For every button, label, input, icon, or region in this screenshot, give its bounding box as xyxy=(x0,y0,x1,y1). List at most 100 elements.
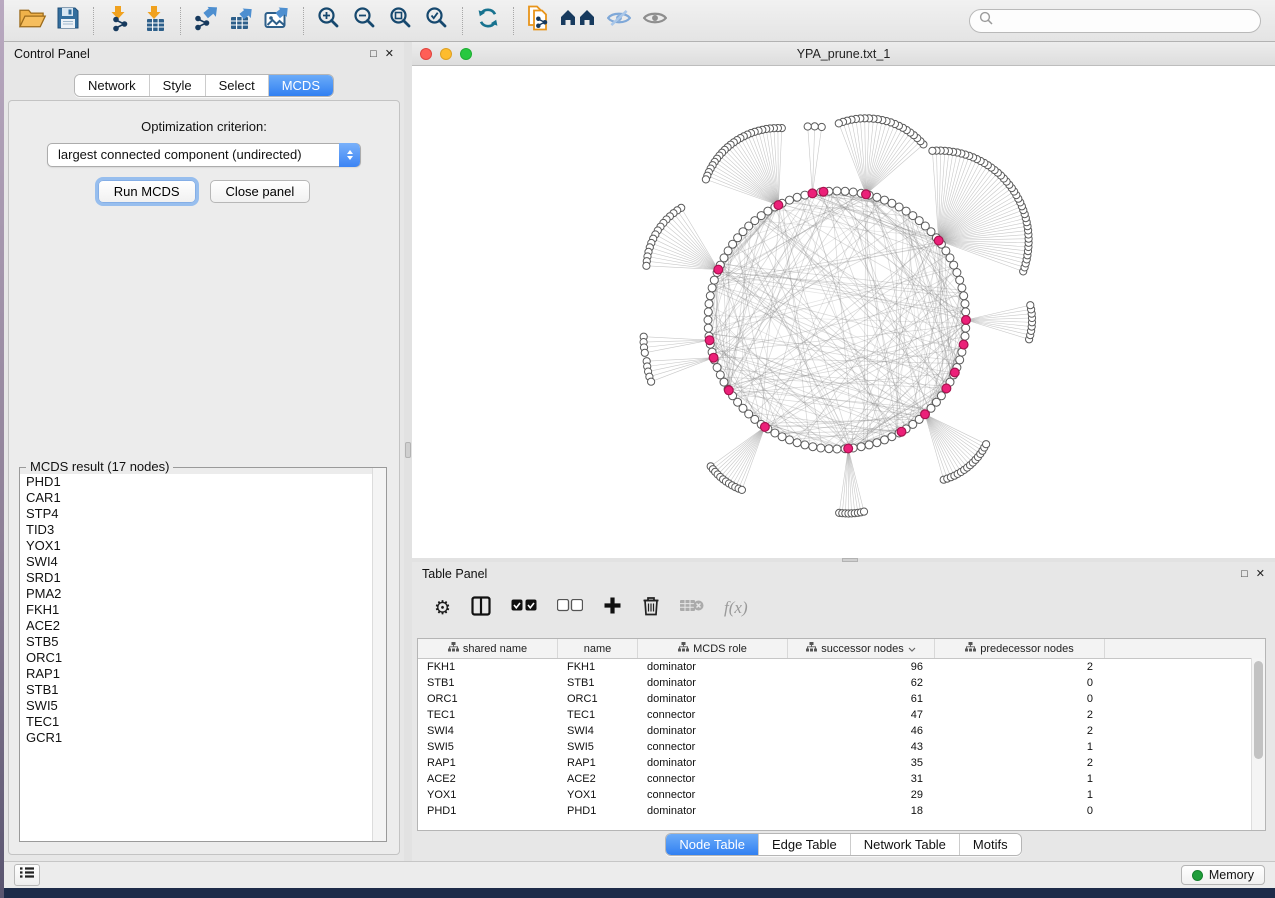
column-header-shared-name[interactable]: shared name xyxy=(418,639,558,658)
mcds-list-item[interactable]: SWI5 xyxy=(20,698,386,714)
scrollbar-thumb[interactable] xyxy=(1254,661,1263,759)
table-row[interactable]: FKH1FKH1dominator962 xyxy=(418,659,1265,675)
tab-motifs[interactable]: Motifs xyxy=(959,834,1021,855)
duplicate-network-button[interactable] xyxy=(521,5,557,37)
tab-node-table[interactable]: Node Table xyxy=(666,834,758,855)
table-row[interactable]: TEC1TEC1connector472 xyxy=(418,707,1265,723)
table-row[interactable]: RAP1RAP1dominator352 xyxy=(418,755,1265,771)
export-network-icon xyxy=(193,5,220,37)
zoom-fit-button[interactable] xyxy=(383,5,419,37)
mcds-list-item[interactable]: ACE2 xyxy=(20,618,386,634)
table-cell: SWI4 xyxy=(558,723,638,739)
save-session-button[interactable] xyxy=(50,5,86,37)
task-history-button[interactable] xyxy=(14,864,40,886)
table-cell: 96 xyxy=(788,659,935,675)
network-canvas[interactable] xyxy=(412,66,1275,558)
export-table-button[interactable] xyxy=(224,5,260,37)
zoom-in-button[interactable] xyxy=(311,5,347,37)
close-panel-button[interactable]: ✕ xyxy=(1256,569,1265,580)
mcds-list-item[interactable]: CAR1 xyxy=(20,490,386,506)
toolbar-separator xyxy=(93,7,94,35)
zoom-window-button[interactable] xyxy=(460,48,472,60)
table-row[interactable]: ORC1ORC1dominator610 xyxy=(418,691,1265,707)
tab-network-table[interactable]: Network Table xyxy=(850,834,959,855)
column-header-successor-nodes[interactable]: successor nodes xyxy=(788,639,935,658)
control-panel-tabs: NetworkStyleSelectMCDS xyxy=(74,74,334,97)
table-cell: dominator xyxy=(638,803,788,819)
splitter-handle[interactable] xyxy=(405,442,411,458)
mcds-list-item[interactable]: TEC1 xyxy=(20,714,386,730)
zoom-selected-button[interactable] xyxy=(419,5,455,37)
table-row[interactable]: YOX1YOX1connector291 xyxy=(418,787,1265,803)
show-columns-button[interactable] xyxy=(471,596,491,620)
table-cell: 0 xyxy=(935,803,1105,819)
mcds-list-item[interactable]: SRD1 xyxy=(20,570,386,586)
memory-button[interactable]: Memory xyxy=(1181,865,1265,885)
table-vertical-scrollbar[interactable] xyxy=(1251,658,1265,830)
mcds-list-item[interactable]: SWI4 xyxy=(20,554,386,570)
float-panel-button[interactable]: □ xyxy=(370,49,377,60)
tab-edge-table[interactable]: Edge Table xyxy=(758,834,850,855)
mcds-list-scrollbar[interactable] xyxy=(372,468,386,841)
zoom-selected-icon xyxy=(425,6,449,35)
attribute-type-icon xyxy=(965,642,976,655)
tab-select[interactable]: Select xyxy=(205,75,268,96)
apply-layout-button[interactable] xyxy=(470,5,506,37)
table-cell: dominator xyxy=(638,723,788,739)
select-all-button[interactable] xyxy=(511,596,537,620)
mcds-list-item[interactable]: STB1 xyxy=(20,682,386,698)
table-cell: 29 xyxy=(788,787,935,803)
table-settings-button[interactable]: ⚙ xyxy=(434,596,451,620)
hide-selected-button[interactable] xyxy=(601,5,637,37)
import-network-button[interactable] xyxy=(101,5,137,37)
table-cell: ORC1 xyxy=(558,691,638,707)
table-row[interactable]: ACE2ACE2connector311 xyxy=(418,771,1265,787)
deselect-all-button[interactable] xyxy=(557,596,583,620)
mcds-list-item[interactable]: FKH1 xyxy=(20,602,386,618)
float-panel-button[interactable]: □ xyxy=(1241,569,1248,580)
mcds-list-item[interactable]: STB5 xyxy=(20,634,386,650)
column-header-mcds-role[interactable]: MCDS role xyxy=(638,639,788,658)
table-panel-tabs: Node TableEdge TableNetwork TableMotifs xyxy=(665,833,1021,856)
toolbar-separator xyxy=(303,7,304,35)
close-panel-button-2[interactable]: Close panel xyxy=(210,180,311,203)
export-network-button[interactable] xyxy=(188,5,224,37)
tab-mcds[interactable]: MCDS xyxy=(268,75,333,96)
search-input[interactable] xyxy=(999,13,1251,29)
table-cell: 2 xyxy=(935,755,1105,771)
table-row[interactable]: PHD1PHD1dominator180 xyxy=(418,803,1265,819)
table-cell: dominator xyxy=(638,675,788,691)
delete-column-button[interactable] xyxy=(642,596,660,620)
close-window-button[interactable] xyxy=(420,48,432,60)
table-cell: 61 xyxy=(788,691,935,707)
show-all-button[interactable] xyxy=(637,5,673,37)
close-panel-button[interactable]: ✕ xyxy=(385,49,394,60)
minimize-window-button[interactable] xyxy=(440,48,452,60)
mcds-list-item[interactable]: GCR1 xyxy=(20,730,386,746)
optimization-criterion-select[interactable]: largest connected component (undirected) xyxy=(47,143,361,167)
mcds-list-item[interactable]: YOX1 xyxy=(20,538,386,554)
zoom-out-button[interactable] xyxy=(347,5,383,37)
table-row[interactable]: SWI4SWI4dominator462 xyxy=(418,723,1265,739)
first-neighbors-button[interactable] xyxy=(557,5,601,37)
mcds-list-item[interactable]: PHD1 xyxy=(20,474,386,490)
column-header-predecessor-nodes[interactable]: predecessor nodes xyxy=(935,639,1105,658)
column-header-name[interactable]: name xyxy=(558,639,638,658)
table-cell: SWI5 xyxy=(558,739,638,755)
mcds-list-item[interactable]: TID3 xyxy=(20,522,386,538)
tab-network[interactable]: Network xyxy=(75,75,149,96)
export-image-button[interactable] xyxy=(260,5,296,37)
mcds-list-item[interactable]: ORC1 xyxy=(20,650,386,666)
open-session-button[interactable] xyxy=(14,5,50,37)
network-search-box xyxy=(969,9,1261,33)
mcds-list-item[interactable]: PMA2 xyxy=(20,586,386,602)
tab-style[interactable]: Style xyxy=(149,75,205,96)
table-row[interactable]: SWI5SWI5connector431 xyxy=(418,739,1265,755)
run-mcds-button[interactable]: Run MCDS xyxy=(98,180,196,203)
table-row[interactable]: STB1STB1dominator620 xyxy=(418,675,1265,691)
mcds-list-item[interactable]: RAP1 xyxy=(20,666,386,682)
mcds-list-item[interactable]: STP4 xyxy=(20,506,386,522)
vertical-splitter[interactable] xyxy=(404,42,412,861)
create-column-button[interactable] xyxy=(603,596,622,620)
import-table-button[interactable] xyxy=(137,5,173,37)
